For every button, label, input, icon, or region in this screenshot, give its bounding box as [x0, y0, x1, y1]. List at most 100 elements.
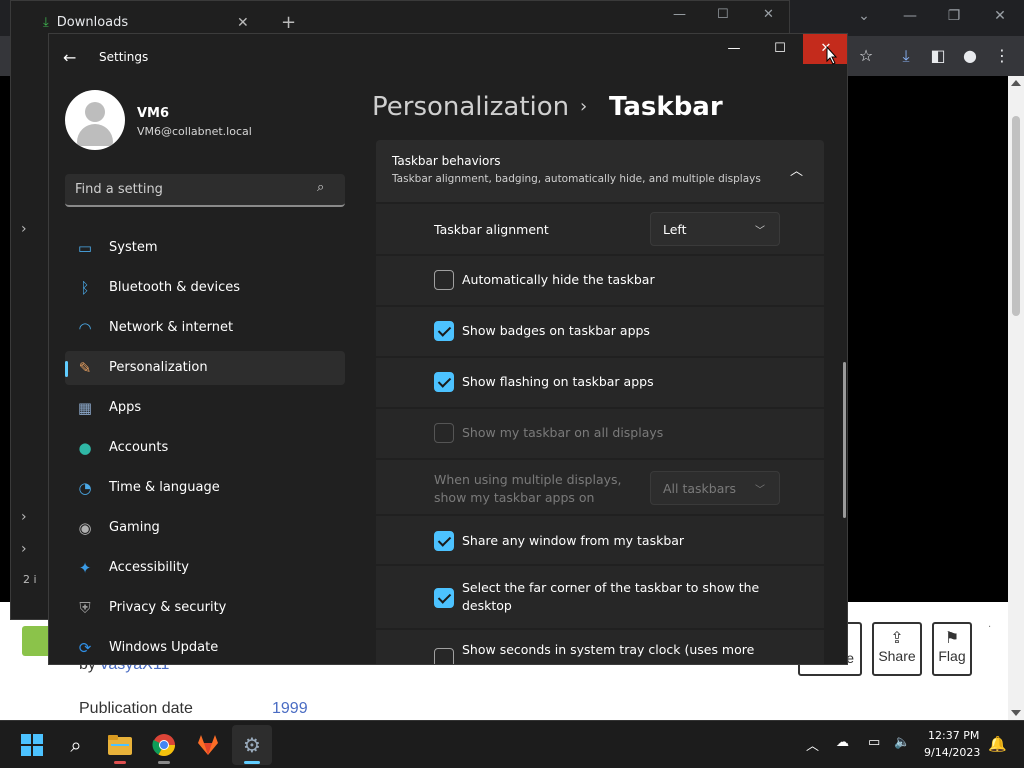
notification-bell-icon[interactable]: 🔔	[988, 735, 1007, 753]
volume-mute-icon[interactable]: 🔈	[894, 735, 910, 750]
nav-item-apps[interactable]: ▦ Apps	[65, 391, 345, 425]
brush-icon: ✎	[78, 359, 92, 377]
option-checkbox[interactable]	[434, 270, 454, 290]
settings-gear-icon: ⚙	[243, 733, 261, 757]
scroll-up-icon[interactable]	[1011, 80, 1021, 86]
gamepad-icon: ◉	[78, 519, 92, 537]
scroll-down-icon[interactable]	[1011, 710, 1021, 716]
option-row: Show my taskbar on all displays	[376, 407, 824, 458]
show-seconds-checkbox[interactable]	[434, 648, 454, 664]
nav-item-gaming[interactable]: ◉ Gaming	[65, 511, 345, 545]
active-indicator	[65, 361, 68, 377]
option-row: Automatically hide the taskbar	[376, 254, 824, 305]
settings-window: ← Settings — ☐ ✕ VM6 VM6@collabnet.local…	[48, 33, 848, 665]
onedrive-icon[interactable]: ☁	[836, 735, 849, 750]
maximize-button[interactable]: ☐	[757, 34, 803, 64]
taskbar-search-button[interactable]: ⌕	[56, 725, 96, 765]
running-indicator	[244, 761, 260, 764]
expand-chevron-icon[interactable]: ›	[21, 541, 27, 557]
nav-item-personalization[interactable]: ✎ Personalization	[65, 351, 345, 385]
back-arrow-icon[interactable]: ←	[63, 48, 83, 68]
chevron-up-icon[interactable]: ︿	[806, 735, 819, 754]
tab-search-icon[interactable]: ⌄	[850, 6, 878, 26]
scroll-thumb[interactable]	[1012, 116, 1020, 316]
app-title: Settings	[99, 50, 149, 64]
search-box[interactable]: ⌕	[65, 174, 345, 207]
download-icon[interactable]: ⤓	[894, 44, 918, 68]
nav-item-time-language[interactable]: ◔ Time & language	[65, 471, 345, 505]
nav-item-windows-update[interactable]: ⟳ Windows Update	[65, 631, 345, 664]
network-icon[interactable]: ▭	[868, 735, 880, 750]
chrome-button[interactable]	[144, 725, 184, 765]
browser-minimize-button[interactable]: —	[896, 6, 924, 26]
option-label: Show badges on taskbar apps	[462, 323, 650, 338]
chrome-icon	[152, 734, 175, 756]
flag-icon: ⚑	[944, 630, 960, 647]
nav-item-accessibility[interactable]: ✦ Accessibility	[65, 551, 345, 585]
nav-item-network-internet[interactable]: ◠ Network & internet	[65, 311, 345, 345]
search-icon[interactable]: ⌕	[317, 180, 324, 195]
option-label: desktop	[462, 598, 512, 613]
menu-icon[interactable]: ⋮	[990, 44, 1014, 68]
search-input[interactable]	[75, 182, 305, 197]
page-scrollbar[interactable]	[1008, 76, 1024, 720]
dl-close-button[interactable]: ✕	[763, 7, 774, 22]
nav-item-privacy-security[interactable]: ⛨ Privacy & security	[65, 591, 345, 625]
flag-button[interactable]: ⚑ Flag	[932, 622, 972, 676]
nav-item-label: Privacy & security	[109, 600, 227, 615]
option-checkbox[interactable]	[434, 423, 454, 443]
side-panel-icon[interactable]: ◧	[926, 44, 950, 68]
expand-chevron-icon[interactable]: ›	[21, 509, 27, 525]
bluetooth-icon: ᛒ	[80, 279, 90, 297]
nav-item-label: Personalization	[109, 360, 208, 375]
system-icon: ▭	[77, 239, 93, 257]
publication-value[interactable]: 1999	[272, 700, 308, 718]
nav-item-label: Time & language	[109, 480, 220, 495]
share-window-checkbox[interactable]	[434, 531, 454, 551]
profile-icon[interactable]: ●	[958, 44, 982, 68]
update-icon: ⟳	[78, 639, 92, 657]
dl-restore-button[interactable]: ☐	[717, 7, 729, 22]
clock-time[interactable]: 12:37 PM	[928, 729, 979, 742]
clock-date[interactable]: 9/14/2023	[924, 746, 980, 759]
breadcrumb-chevron-icon: ›	[580, 96, 588, 117]
taskbar-behaviors-panel: Taskbar behaviors Taskbar alignment, bad…	[376, 140, 824, 664]
profile-name: VM6	[137, 106, 170, 121]
section-subtitle: Taskbar alignment, badging, automaticall…	[392, 173, 761, 185]
browser-close-button[interactable]: ✕	[986, 6, 1014, 26]
option-checkbox[interactable]	[434, 372, 454, 392]
share-icon: ⇪	[890, 630, 904, 647]
downloads-tab-title: Downloads	[56, 15, 129, 30]
option-checkbox[interactable]	[434, 321, 454, 341]
expand-chevron-icon[interactable]: ›	[21, 221, 27, 237]
start-button[interactable]	[12, 725, 52, 765]
option-label: Select the far corner of the taskbar to …	[462, 580, 760, 595]
option-label: Show flashing on taskbar apps	[462, 374, 654, 389]
chevron-down-icon: ﹀	[755, 485, 765, 496]
content-scrollbar[interactable]	[843, 362, 846, 518]
alignment-dropdown[interactable]: Left ﹀	[650, 212, 780, 246]
breadcrumb-parent[interactable]: Personalization	[372, 92, 569, 122]
nav-item-system[interactable]: ▭ System	[65, 231, 345, 265]
browser-restore-button[interactable]: ❐	[940, 6, 968, 26]
nav-item-label: Gaming	[109, 520, 160, 535]
option-label: Share any window from my taskbar	[462, 533, 685, 548]
gitlab-button[interactable]	[188, 725, 228, 765]
avatar[interactable]	[65, 90, 125, 150]
chevron-up-icon[interactable]: ︿	[790, 160, 803, 179]
nav-item-accounts[interactable]: ● Accounts	[65, 431, 345, 465]
multi-display-label-2: show my taskbar apps on	[434, 490, 595, 505]
profile-email: VM6@collabnet.local	[137, 125, 252, 138]
dl-minimize-button[interactable]: —	[673, 7, 686, 22]
multi-display-dropdown[interactable]: All taskbars ﹀	[650, 471, 780, 505]
far-corner-checkbox[interactable]	[434, 588, 454, 608]
share-button[interactable]: ⇪ Share	[872, 622, 922, 676]
nav-item-label: Network & internet	[109, 320, 234, 335]
minimize-button[interactable]: —	[711, 34, 757, 64]
section-header[interactable]: Taskbar behaviors Taskbar alignment, bad…	[376, 140, 824, 202]
bookmark-star-icon[interactable]: ☆	[854, 44, 878, 68]
nav-item-bluetooth-devices[interactable]: ᛒ Bluetooth & devices	[65, 271, 345, 305]
file-explorer-button[interactable]	[100, 725, 140, 765]
nav-item-label: System	[109, 240, 158, 255]
settings-app-button[interactable]: ⚙	[232, 725, 272, 765]
